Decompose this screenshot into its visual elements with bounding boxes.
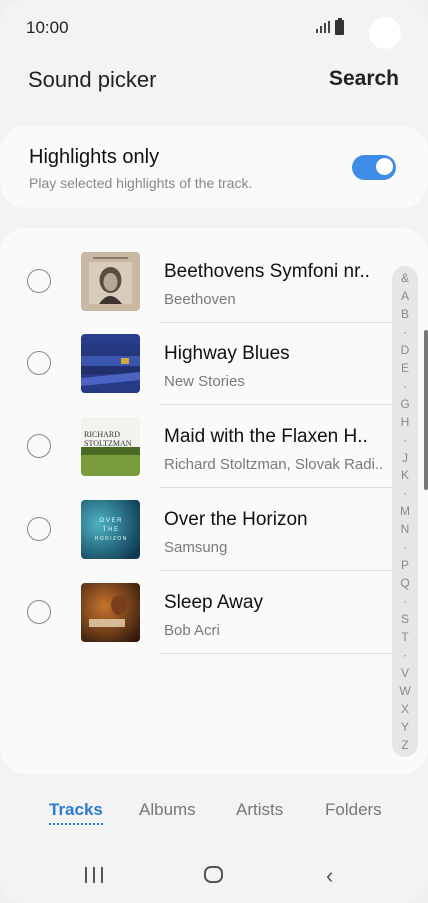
track-title: Highway Blues	[164, 343, 290, 364]
row-divider	[160, 487, 392, 488]
index-letter[interactable]: Y	[401, 721, 409, 733]
index-letter[interactable]: B	[401, 308, 409, 320]
tab-folders[interactable]: Folders	[325, 800, 382, 820]
highlights-title: Highlights only	[29, 146, 160, 168]
signal-icon	[316, 21, 330, 33]
index-letter[interactable]: E	[401, 362, 409, 374]
index-letter[interactable]: V	[401, 667, 409, 679]
track-list: Beethovens Symfoni nr.. Beethoven Highwa…	[0, 228, 428, 774]
tab-artists[interactable]: Artists	[236, 800, 283, 820]
index-letter[interactable]: N	[401, 523, 410, 535]
album-art-highway-blues	[81, 334, 140, 393]
index-letter[interactable]: K	[401, 469, 409, 481]
index-letter[interactable]: M	[400, 505, 410, 517]
index-letter[interactable]: ·	[403, 649, 407, 661]
index-letter[interactable]: A	[401, 290, 409, 302]
track-artist: Beethoven	[164, 291, 236, 308]
tab-tracks[interactable]: Tracks	[49, 800, 103, 825]
album-art-sleep-away	[81, 583, 140, 642]
page-title: Sound picker	[28, 67, 157, 92]
search-button[interactable]: Search	[329, 67, 399, 91]
index-letter[interactable]: X	[401, 703, 409, 715]
highlights-subtitle: Play selected highlights of the track.	[29, 175, 253, 191]
side-handle[interactable]	[424, 330, 428, 490]
index-letter[interactable]: ·	[403, 541, 407, 553]
art-text: O V E R	[99, 518, 122, 524]
album-art-horizon: O V E R T H E H O R I Z O N	[81, 500, 140, 559]
index-letter[interactable]: ·	[403, 380, 407, 392]
track-row[interactable]: Sleep Away Bob Acri	[0, 572, 392, 654]
track-artist: Bob Acri	[164, 622, 220, 639]
index-letter[interactable]: ·	[403, 487, 407, 499]
track-radio[interactable]	[27, 351, 51, 375]
track-title: Over the Horizon	[164, 509, 308, 530]
art-text: RICHARD	[84, 430, 120, 439]
row-divider	[160, 404, 392, 405]
index-letter[interactable]: T	[401, 631, 408, 643]
toggle-knob	[375, 157, 394, 176]
index-letter[interactable]: W	[399, 685, 410, 697]
track-row[interactable]: Highway Blues New Stories	[0, 323, 392, 405]
status-bar: 10:00	[0, 0, 428, 56]
index-letter[interactable]: G	[400, 398, 409, 410]
navigation-bar: ‹	[0, 855, 428, 895]
index-letter[interactable]: P	[401, 559, 409, 571]
alphabet-index-scroller[interactable]: & A B · D E · G H · J K · M N · P Q · S T · V W X Y Z	[392, 266, 418, 757]
track-radio[interactable]	[27, 600, 51, 624]
index-letter[interactable]: Z	[401, 739, 408, 751]
album-art-maid: RICHARD STOLTZMAN	[81, 417, 140, 476]
recent-apps-icon[interactable]	[85, 867, 103, 883]
art-text: STOLTZMAN	[84, 439, 132, 448]
index-letter[interactable]: H	[401, 416, 410, 428]
index-letter[interactable]: ·	[403, 434, 407, 446]
home-icon[interactable]	[204, 866, 223, 883]
index-letter[interactable]: ·	[403, 326, 407, 338]
bottom-tabs: Tracks Albums Artists Folders	[0, 800, 428, 825]
row-divider	[160, 570, 392, 571]
index-letter[interactable]: S	[401, 613, 409, 625]
tab-albums[interactable]: Albums	[139, 800, 196, 820]
row-divider	[160, 653, 392, 654]
track-artist: Samsung	[164, 539, 228, 556]
index-letter[interactable]: D	[401, 344, 410, 356]
track-title: Maid with the Flaxen H..	[164, 426, 368, 447]
art-text: T H E	[103, 527, 118, 533]
battery-icon	[335, 18, 344, 35]
index-letter[interactable]: J	[402, 452, 408, 464]
art-text: H O R I Z O N	[95, 536, 127, 542]
back-icon[interactable]: ‹	[326, 865, 333, 887]
track-radio[interactable]	[27, 517, 51, 541]
track-artist: New Stories	[164, 373, 245, 390]
track-artist: Richard Stoltzman, Slovak Radi..	[164, 456, 384, 473]
track-radio[interactable]	[27, 434, 51, 458]
track-title: Beethovens Symfoni nr..	[164, 261, 370, 282]
highlights-card[interactable]: Highlights only Play selected highlights…	[0, 126, 428, 208]
index-letter[interactable]: ·	[403, 595, 407, 607]
status-time: 10:00	[26, 18, 69, 37]
phone-screen: 10:00 Sound picker Search Highlights onl…	[0, 0, 428, 903]
camera-cutout	[369, 17, 401, 49]
index-letter[interactable]: Q	[400, 577, 409, 589]
track-row[interactable]: RICHARD STOLTZMAN Maid with the Flaxen H…	[0, 406, 392, 488]
track-radio[interactable]	[27, 269, 51, 293]
album-art-beethoven	[81, 252, 140, 311]
highlights-toggle[interactable]	[352, 155, 396, 180]
track-row[interactable]: O V E R T H E H O R I Z O N Over the Hor…	[0, 489, 392, 571]
index-letter[interactable]: &	[401, 272, 409, 284]
track-row[interactable]: Beethovens Symfoni nr.. Beethoven	[0, 241, 392, 323]
track-title: Sleep Away	[164, 592, 263, 613]
